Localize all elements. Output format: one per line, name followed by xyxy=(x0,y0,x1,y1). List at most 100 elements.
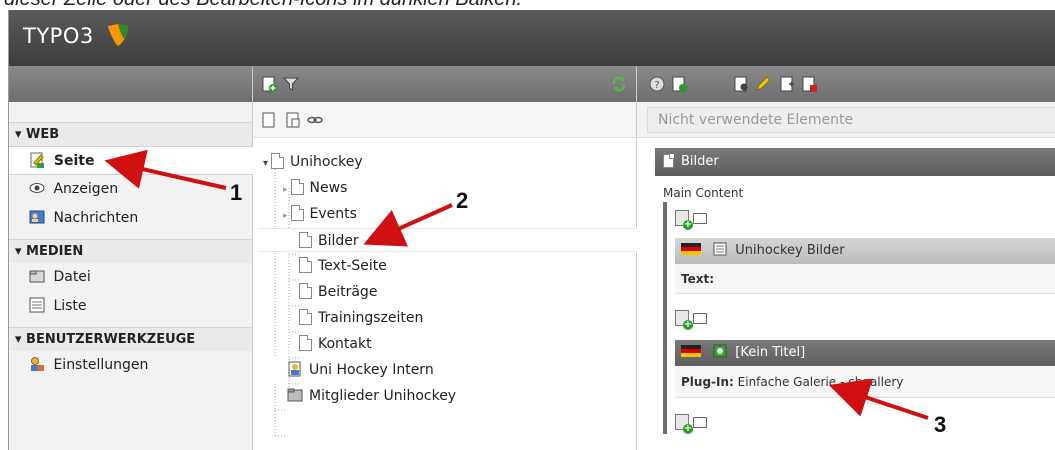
page-icon xyxy=(299,309,312,325)
page-tree-toolbar xyxy=(253,66,636,102)
tree-node-bilder[interactable]: Bilder xyxy=(259,228,637,252)
plugin-element-header[interactable]: [Kein Titel] xyxy=(675,340,1055,366)
module-item-label: Datei xyxy=(53,269,91,285)
tree-node-uni-hockey-intern[interactable]: Uni Hockey Intern xyxy=(287,358,434,382)
expand-arrow-icon[interactable]: ▾ xyxy=(263,158,268,169)
content-subtoolbar: Nicht verwendete Elemente xyxy=(637,102,1055,138)
module-item-anzeigen[interactable]: Anzeigen xyxy=(9,175,252,204)
filter-icon[interactable] xyxy=(283,76,299,92)
top-bar: TYPO3 xyxy=(9,10,1055,66)
tree-node-label: Mitglieder Unihockey xyxy=(309,388,457,404)
add-content-icon[interactable] xyxy=(675,414,693,434)
help-icon[interactable]: ? xyxy=(649,76,665,92)
new-content-row[interactable] xyxy=(675,308,707,330)
module-item-label: Anzeigen xyxy=(53,181,119,197)
new-content-icon[interactable] xyxy=(671,76,687,92)
content-toolbar: ? xyxy=(637,66,1055,102)
add-content-icon[interactable] xyxy=(675,210,693,230)
tree-node-label: Beiträge xyxy=(318,284,378,300)
collapse-arrow-icon[interactable]: ▸ xyxy=(283,185,288,195)
content-element-header[interactable]: Unihockey Bilder xyxy=(675,238,1055,264)
paste-folder-icon[interactable] xyxy=(693,213,707,224)
module-item-liste[interactable]: Liste xyxy=(9,292,252,321)
collapse-arrow-icon[interactable]: ▸ xyxy=(283,211,288,221)
list-icon xyxy=(29,297,45,313)
module-menu: ▾ WEB Seite Anzeigen Nachrichten ▾ MEDIE… xyxy=(9,66,255,450)
tree-node-label: Uni Hockey Intern xyxy=(309,362,434,378)
link-icon[interactable] xyxy=(307,112,323,128)
module-menu-toolbar xyxy=(9,66,252,102)
paste-folder-icon[interactable] xyxy=(693,417,707,428)
module-group-benutzerwerkzeuge[interactable]: ▾ BENUTZERWERKZEUGE xyxy=(9,327,252,351)
eye-icon xyxy=(29,183,45,193)
module-item-seite[interactable]: Seite xyxy=(9,146,255,175)
tree-node-label: Events xyxy=(309,206,357,222)
tree-node-label: Kontakt xyxy=(318,336,372,352)
folder-icon xyxy=(29,270,45,283)
tree-node-text-seite[interactable]: Text-Seite xyxy=(299,254,387,278)
tree-node-label: Unihockey xyxy=(290,154,363,170)
annotation-number-2: 2 xyxy=(456,188,469,213)
annotation-number-1: 1 xyxy=(230,180,243,205)
page-history-icon[interactable] xyxy=(801,76,817,92)
new-page-icon[interactable] xyxy=(261,76,277,92)
tree-node-events[interactable]: ▸ Events xyxy=(283,202,357,226)
new-content-row[interactable] xyxy=(675,208,707,230)
column-indicator xyxy=(663,202,667,434)
tree-node-mitglieder-unihockey[interactable]: Mitglieder Unihockey xyxy=(287,384,456,408)
content-field-label: Text: xyxy=(681,272,715,286)
move-page-icon[interactable] xyxy=(779,76,795,92)
view-page-icon[interactable] xyxy=(733,76,749,92)
folder-icon xyxy=(287,388,303,402)
page-content-area: ? Nicht verwendete Elemente Bilder Main … xyxy=(637,66,1055,450)
page-icon xyxy=(663,154,674,168)
tree-node-label: Text-Seite xyxy=(318,258,387,274)
user-settings-icon xyxy=(31,357,44,371)
tree-node-beitraege[interactable]: Beiträge xyxy=(299,280,377,304)
refresh-icon[interactable] xyxy=(611,76,627,92)
plugin-icon xyxy=(713,344,727,358)
module-item-label: Seite xyxy=(53,153,95,169)
module-item-nachrichten[interactable]: Nachrichten xyxy=(9,204,252,233)
add-content-icon[interactable] xyxy=(675,310,693,330)
content-field-label: Plug-In: xyxy=(681,375,734,389)
plugin-element-body[interactable]: Plug-In: Einfache Galerie - chgallery xyxy=(675,366,1055,398)
tree-node-kontakt[interactable]: Kontakt xyxy=(299,332,372,356)
edit-pencil-icon[interactable] xyxy=(755,76,771,92)
paste-folder-icon[interactable] xyxy=(693,313,707,324)
content-field-value: Einfache Galerie - chgallery xyxy=(737,375,904,389)
page-icon xyxy=(290,205,304,221)
page-icon xyxy=(299,257,312,273)
page-icon[interactable] xyxy=(261,112,277,128)
page-icon xyxy=(299,232,312,248)
page-icon xyxy=(299,335,312,351)
module-item-label: Einstellungen xyxy=(53,357,149,373)
screenshot-root: dieser Zeile oder des Bearbeiten-Icons i… xyxy=(0,0,1055,450)
page-tree-subtoolbar xyxy=(253,102,636,138)
page-title-bar[interactable]: Bilder xyxy=(655,148,1055,176)
page-title: Bilder xyxy=(681,154,719,169)
module-group-medien[interactable]: ▾ MEDIEN xyxy=(9,239,252,263)
page-tree-panel: ▾ Unihockey ▸ News ▸ Events Bilder Text-Sei… xyxy=(253,66,637,450)
content-element-body[interactable]: Text: xyxy=(675,264,1055,294)
content-element-title: Unihockey Bilder xyxy=(735,243,845,258)
german-flag-icon xyxy=(681,345,701,357)
typo3-backend-window: TYPO3 ▾ WEB Seite Anzeigen Nachrichten ▾… xyxy=(8,10,1055,450)
page-copy-icon[interactable] xyxy=(285,112,301,128)
tree-node-trainingszeiten[interactable]: Trainingszeiten xyxy=(299,306,423,330)
unused-elements-field[interactable]: Nicht verwendete Elemente xyxy=(647,107,1055,133)
new-content-row[interactable] xyxy=(675,412,707,434)
module-item-einstellungen[interactable]: Einstellungen xyxy=(9,351,252,380)
news-icon xyxy=(29,210,45,224)
module-item-datei[interactable]: Datei xyxy=(9,263,252,292)
typo3-logo-text: TYPO3 xyxy=(23,24,94,48)
svg-text:?: ? xyxy=(654,80,659,91)
tree-node-label: Trainingszeiten xyxy=(318,310,424,326)
page-module-icon xyxy=(30,152,44,168)
tree-node-label: News xyxy=(309,180,348,196)
annotation-number-3: 3 xyxy=(934,412,947,437)
tree-node-unihockey[interactable]: ▾ Unihockey xyxy=(263,150,363,174)
module-item-label: Liste xyxy=(53,298,87,314)
module-group-web[interactable]: ▾ WEB xyxy=(9,122,252,146)
tree-node-news[interactable]: ▸ News xyxy=(283,176,347,200)
